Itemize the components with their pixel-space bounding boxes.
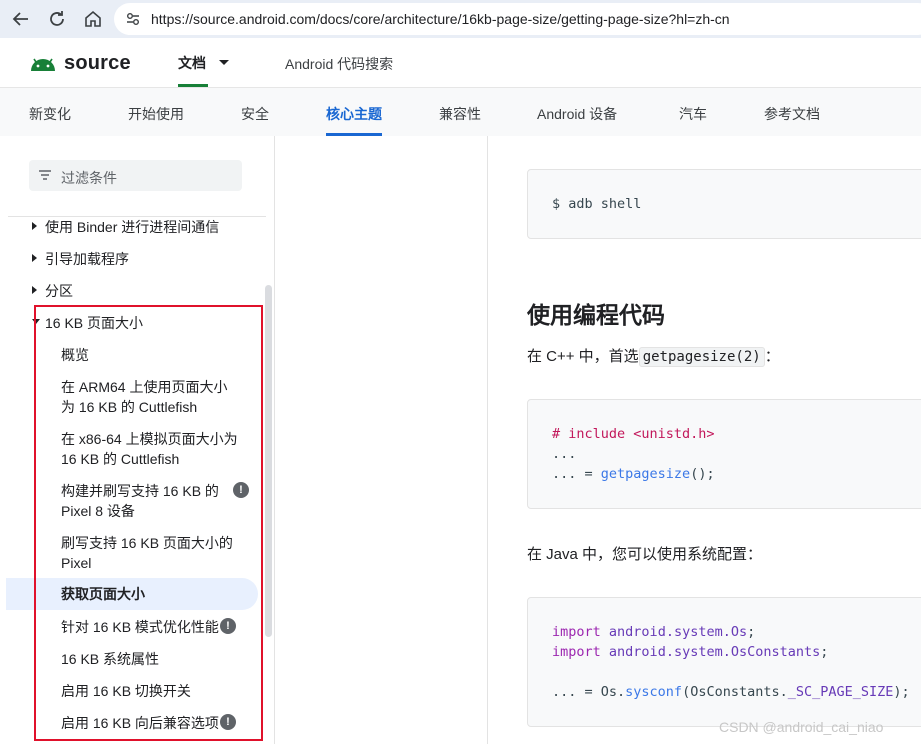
- sidebar-scrollbar[interactable]: [265, 285, 272, 637]
- chevron-down-icon[interactable]: [219, 60, 229, 65]
- code-token: import: [552, 644, 601, 660]
- code-token: android.system.Os: [608, 624, 748, 640]
- code-block-java: import android.system.Os; import android…: [527, 597, 921, 727]
- logo[interactable]: source: [30, 52, 131, 75]
- inline-code: getpagesize(2): [638, 347, 765, 367]
- filter-placeholder: 过滤条件: [61, 170, 117, 186]
- tab-core-topics[interactable]: 核心主题: [326, 104, 382, 124]
- section-heading: 使用编程代码: [527, 302, 665, 328]
- android-logo-icon: [31, 58, 55, 71]
- url-text: https://source.android.com/docs/core/arc…: [151, 11, 730, 27]
- site-header: source 文档 Android 代码搜索: [0, 38, 921, 88]
- para-text: ：: [764, 348, 780, 365]
- section-tabs: 新变化 开始使用 安全 核心主题 兼容性 Android 设备 汽车 参考文档: [0, 88, 921, 136]
- active-tab-indicator: [326, 133, 382, 136]
- code-line: ...: [552, 446, 577, 462]
- tab-automotive[interactable]: 汽车: [679, 104, 707, 124]
- watermark: CSDN @android_cai_niao: [719, 719, 884, 735]
- docs-active-indicator: [178, 84, 208, 87]
- paragraph-cpp: 在 C++ 中，首选 getpagesize(2)：: [527, 345, 780, 367]
- paragraph-java: 在 Java 中，您可以使用系统配置：: [527, 546, 763, 563]
- code-token: android.system.OsConstants: [608, 644, 821, 660]
- tab-compatibility[interactable]: 兼容性: [439, 104, 481, 124]
- code-token: _SC_PAGE_SIZE: [787, 684, 894, 700]
- sidebar-item-partitions[interactable]: 分区: [45, 281, 73, 301]
- code-line: $ adb shell: [552, 196, 642, 212]
- code-token: import: [552, 624, 601, 640]
- code-block-cpp: # include <unistd.h> ... ... = getpagesi…: [527, 399, 921, 509]
- tab-reference[interactable]: 参考文档: [764, 104, 820, 124]
- tab-whats-new[interactable]: 新变化: [29, 104, 71, 124]
- code-token: (OsConstants.: [682, 684, 788, 700]
- expand-arrow-icon[interactable]: [32, 222, 37, 230]
- reload-icon[interactable]: [46, 8, 68, 30]
- code-block-shell: $ adb shell: [527, 169, 921, 239]
- docs-menu[interactable]: 文档: [178, 53, 206, 73]
- code-line: # include <unistd.h>: [552, 426, 715, 442]
- logo-text: source: [64, 52, 131, 74]
- code-line: ... =: [552, 466, 601, 482]
- code-token: ();: [690, 466, 715, 482]
- annotation-highlight-box: [34, 305, 263, 741]
- tab-android-devices[interactable]: Android 设备: [537, 104, 617, 124]
- code-token: );: [893, 684, 910, 700]
- code-token: ... = Os.: [552, 684, 626, 700]
- tab-get-started[interactable]: 开始使用: [128, 104, 184, 124]
- expand-arrow-icon[interactable]: [32, 254, 37, 262]
- browser-toolbar: https://source.android.com/docs/core/arc…: [0, 0, 921, 38]
- code-token: sysconf: [625, 684, 683, 700]
- site-info-icon[interactable]: [124, 10, 142, 28]
- content-divider: [487, 136, 488, 744]
- code-token: getpagesize: [600, 466, 691, 482]
- address-bar[interactable]: https://source.android.com/docs/core/arc…: [114, 3, 921, 35]
- expand-arrow-icon[interactable]: [32, 286, 37, 294]
- sidebar-item-binder-ipc[interactable]: 使用 Binder 进行进程间通信: [45, 217, 219, 237]
- code-search-link[interactable]: Android 代码搜索: [285, 54, 393, 74]
- sidebar-item-bootloader[interactable]: 引导加载程序: [45, 249, 129, 269]
- home-icon[interactable]: [82, 8, 104, 30]
- filter-icon: [39, 170, 51, 180]
- filter-input[interactable]: 过滤条件: [29, 160, 242, 191]
- tab-security[interactable]: 安全: [241, 104, 269, 124]
- para-text: 在 C++ 中，首选: [527, 348, 639, 365]
- back-icon[interactable]: [10, 8, 32, 30]
